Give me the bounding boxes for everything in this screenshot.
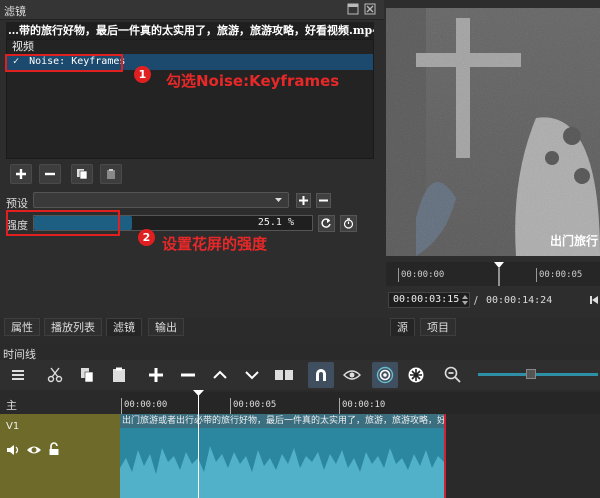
preset-label: 预设 bbox=[6, 197, 28, 210]
spin-arrows-icon[interactable] bbox=[462, 295, 468, 305]
annotation-box-1 bbox=[5, 54, 123, 72]
paste-icon[interactable] bbox=[108, 364, 130, 386]
tab-export[interactable]: 输出 bbox=[148, 318, 184, 336]
remove-filter-button[interactable] bbox=[39, 164, 61, 184]
timeline-toolbar bbox=[0, 360, 600, 390]
dock-tab-bar: 属性 播放列表 滤镜 输出 源 项目 bbox=[0, 318, 600, 338]
zoom-slider[interactable] bbox=[478, 369, 598, 379]
tab-properties[interactable]: 属性 bbox=[4, 318, 40, 336]
video-frame-image bbox=[386, 8, 600, 256]
player-panel: 出门旅行 00:00:00 00:00:05 00:00:03:15 / 00:… bbox=[384, 0, 600, 338]
append-icon[interactable] bbox=[145, 364, 167, 386]
clip-title: 出门旅游或者出行必带的旅行好物，最后一件真的太实用了，旅游，旅游攻略，好 bbox=[120, 414, 446, 428]
paste-filters-button[interactable] bbox=[100, 164, 122, 184]
ruler-tick bbox=[230, 398, 231, 414]
current-time-text: 00:00:03:15 bbox=[393, 294, 460, 305]
delete-preset-button[interactable] bbox=[316, 193, 331, 208]
split-icon[interactable] bbox=[273, 364, 295, 386]
ruler-label: 00:00:05 bbox=[233, 400, 277, 410]
track-header-master: 主 bbox=[0, 392, 120, 414]
master-track-label: 主 bbox=[6, 399, 17, 412]
cut-icon[interactable] bbox=[44, 364, 66, 386]
float-icon[interactable] bbox=[347, 3, 359, 15]
strength-value: 25.1 % bbox=[257, 217, 294, 228]
preset-combo[interactable] bbox=[33, 192, 289, 208]
annotation-box-2 bbox=[6, 210, 120, 236]
save-preset-button[interactable] bbox=[296, 193, 311, 208]
track-header-v1[interactable]: V1 bbox=[0, 414, 120, 498]
filters-titlebar: 滤镜 bbox=[0, 0, 384, 20]
annotation-badge-2: 2 bbox=[138, 229, 155, 246]
player-ruler[interactable]: 00:00:00 00:00:05 bbox=[386, 262, 600, 286]
clip-name: …带的旅行好物，最后一件真的太实用了，旅游，旅游攻略，好看视频.mp4 bbox=[6, 22, 374, 39]
timeline-ruler[interactable]: 00:00:00 00:00:05 00:00:10 bbox=[120, 392, 600, 414]
time-separator: / bbox=[474, 294, 478, 307]
ripple-delete-icon[interactable] bbox=[177, 364, 199, 386]
panel-title: 滤镜 bbox=[4, 5, 26, 18]
menu-icon[interactable] bbox=[7, 364, 29, 386]
annotation-badge-1: 1 bbox=[134, 66, 151, 83]
ruler-tick bbox=[536, 268, 537, 282]
annotation-text-2: 设置花屏的强度 bbox=[162, 235, 268, 253]
scrub-eye-icon[interactable] bbox=[341, 364, 363, 386]
reset-icon[interactable] bbox=[318, 215, 335, 232]
filters-panel: 滤镜 …带的旅行好物，最后一件真的太实用了，旅游，旅游攻略，好看视频.mp4 视… bbox=[0, 0, 384, 338]
lift-icon[interactable] bbox=[209, 364, 231, 386]
snap-magnet-icon[interactable] bbox=[308, 362, 334, 388]
keyframe-stopwatch-icon[interactable] bbox=[340, 215, 357, 232]
mute-audio-icon[interactable] bbox=[6, 444, 20, 456]
track-name: V1 bbox=[6, 421, 20, 432]
annotation-text-1: 勾选Noise:Keyframes bbox=[166, 72, 340, 90]
close-icon[interactable] bbox=[364, 3, 376, 15]
timeline-clip[interactable]: 出门旅游或者出行必带的旅行好物，最后一件真的太实用了，旅游，旅游攻略，好 bbox=[120, 414, 446, 498]
add-filter-button[interactable] bbox=[10, 164, 32, 184]
list-header-video: 视频 bbox=[12, 40, 34, 53]
ruler-label: 00:00:10 bbox=[342, 400, 386, 410]
ruler-tick bbox=[121, 398, 122, 414]
lock-icon[interactable] bbox=[48, 442, 60, 456]
ruler-label: 00:00:00 bbox=[124, 400, 168, 410]
tab-project[interactable]: 项目 bbox=[420, 318, 456, 336]
ruler-label: 00:00:05 bbox=[539, 270, 583, 280]
hide-eye-icon[interactable] bbox=[26, 444, 42, 456]
copy-filters-button[interactable] bbox=[71, 164, 93, 184]
chevron-down-icon bbox=[274, 196, 283, 204]
zoom-slider-handle[interactable] bbox=[526, 369, 536, 379]
audio-waveform bbox=[120, 428, 444, 498]
current-time-field[interactable]: 00:00:03:15 bbox=[388, 292, 470, 308]
copy-icon[interactable] bbox=[76, 364, 98, 386]
zoom-out-icon[interactable] bbox=[442, 364, 464, 386]
skip-previous-icon[interactable] bbox=[590, 296, 598, 304]
timeline-panel: 时间线 主 V1 00:00:00 00:00:05 00:00:10 出门旅游… bbox=[0, 344, 600, 498]
ruler-tick bbox=[339, 398, 340, 414]
video-preview: 出门旅行 bbox=[386, 8, 600, 256]
total-time: 00:00:14:24 bbox=[486, 295, 553, 306]
ruler-tick bbox=[398, 268, 399, 282]
ruler-label: 00:00:00 bbox=[401, 270, 445, 280]
tab-source[interactable]: 源 bbox=[390, 318, 415, 336]
playhead-icon[interactable] bbox=[193, 390, 204, 397]
tab-filters[interactable]: 滤镜 bbox=[106, 318, 142, 336]
overwrite-icon[interactable] bbox=[241, 364, 263, 386]
video-subtitle: 出门旅行 bbox=[550, 234, 599, 248]
ripple-all-tracks-icon[interactable] bbox=[405, 364, 427, 386]
playhead-icon[interactable] bbox=[494, 262, 504, 286]
ripple-target-icon[interactable] bbox=[372, 362, 398, 388]
tab-playlist[interactable]: 播放列表 bbox=[44, 318, 102, 336]
timeline-playhead[interactable] bbox=[198, 392, 199, 498]
